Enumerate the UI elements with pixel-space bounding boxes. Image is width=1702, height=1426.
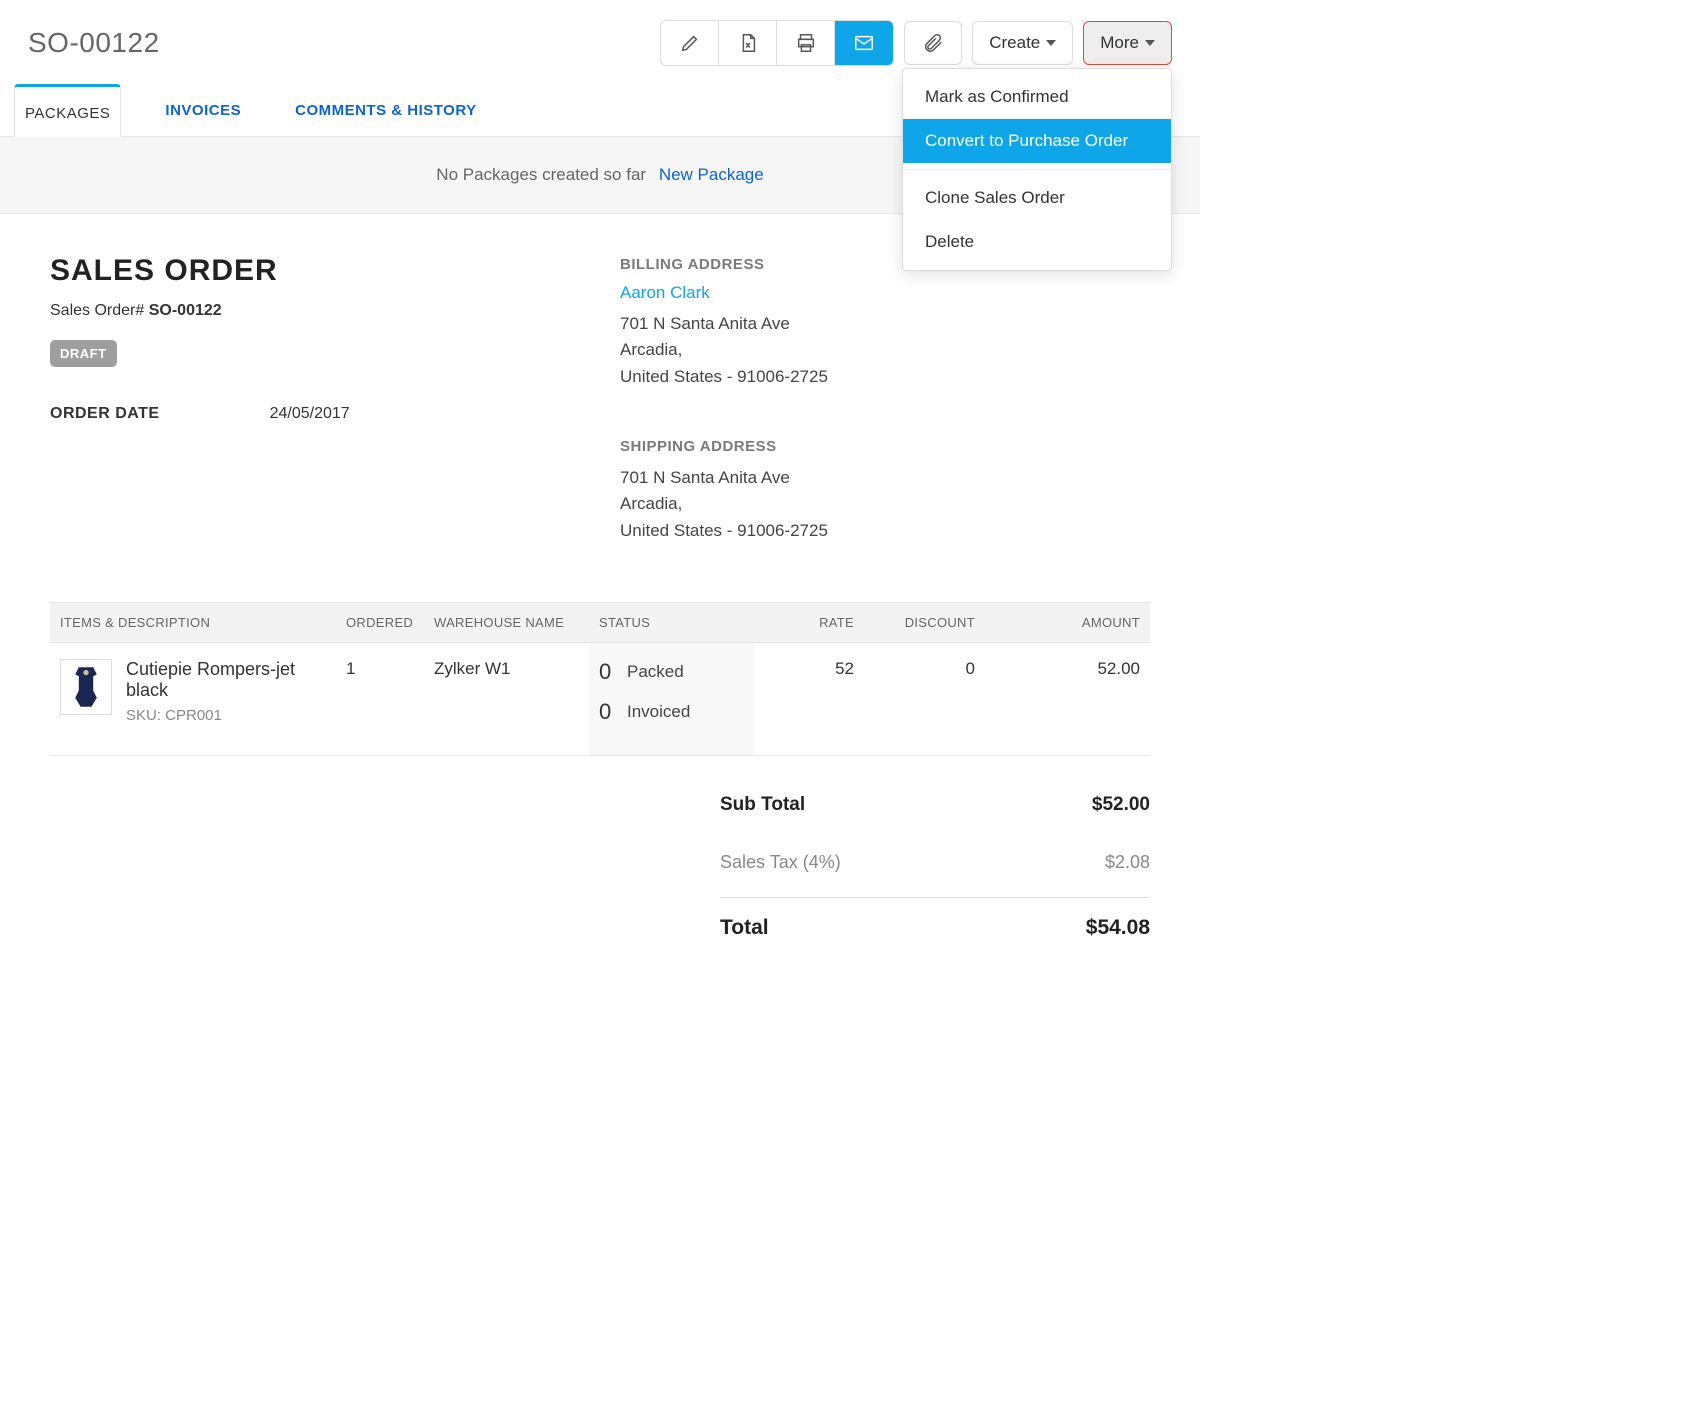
caret-down-icon <box>1046 40 1056 46</box>
tax-label: Sales Tax (4%) <box>720 852 841 873</box>
page-title: SO-00122 <box>28 27 160 59</box>
packed-count: 0 <box>599 659 615 685</box>
total-row: Total $54.08 <box>720 897 1150 958</box>
more-dropdown: Mark as Confirmed Convert to Purchase Or… <box>902 68 1172 271</box>
document-right: BILLING ADDRESS Aaron Clark 701 N Santa … <box>620 254 1150 544</box>
col-items: ITEMS & DESCRIPTION <box>50 603 336 643</box>
pencil-icon <box>679 32 701 54</box>
document-title: SALES ORDER <box>50 254 580 288</box>
invoiced-count: 0 <box>599 699 615 725</box>
shipping-line2: Arcadia, <box>620 491 1150 517</box>
menu-separator <box>903 169 1171 170</box>
edit-button[interactable] <box>661 21 719 65</box>
tax-row: Sales Tax (4%) $2.08 <box>720 834 1150 891</box>
shipping-address-block: SHIPPING ADDRESS 701 N Santa Anita Ave A… <box>620 438 1150 544</box>
totals-section: Sub Total $52.00 Sales Tax (4%) $2.08 To… <box>0 756 1200 998</box>
shipping-line3: United States - 91006-2725 <box>620 518 1150 544</box>
cell-ordered: 1 <box>336 643 424 756</box>
romper-icon <box>68 665 104 709</box>
more-button[interactable]: More <box>1083 21 1172 65</box>
toolbar: Create More Mark as Confirmed Convert to… <box>660 20 1172 66</box>
sales-order-number: Sales Order# SO-00122 <box>50 302 580 320</box>
mail-icon <box>853 32 875 54</box>
order-date-value: 24/05/2017 <box>270 405 350 423</box>
customer-link[interactable]: Aaron Clark <box>620 283 1150 303</box>
file-pdf-icon <box>737 32 759 54</box>
table-row: Cutiepie Rompers-jet black SKU: CPR001 1… <box>50 643 1150 756</box>
product-name: Cutiepie Rompers-jet black <box>126 659 326 701</box>
items-table: ITEMS & DESCRIPTION ORDERED WAREHOUSE NA… <box>50 602 1150 756</box>
create-label: Create <box>989 33 1040 53</box>
so-number: SO-00122 <box>149 302 222 319</box>
tab-invoices[interactable]: INVOICES <box>155 84 251 136</box>
tab-comments-history[interactable]: COMMENTS & HISTORY <box>285 84 487 136</box>
cell-warehouse: Zylker W1 <box>424 643 589 756</box>
cell-discount: 0 <box>864 643 985 756</box>
total-value: $54.08 <box>1086 916 1150 940</box>
total-label: Total <box>720 916 769 940</box>
so-prefix: Sales Order# <box>50 302 149 319</box>
cell-status: 0 Packed 0 Invoiced <box>589 643 754 756</box>
col-status: STATUS <box>589 603 754 643</box>
subtotal-value: $52.00 <box>1092 794 1150 816</box>
billing-line3: United States - 91006-2725 <box>620 364 1150 390</box>
cell-rate: 52 <box>754 643 864 756</box>
cell-amount: 52.00 <box>985 643 1150 756</box>
printer-icon <box>795 32 817 54</box>
invoiced-label: Invoiced <box>627 702 690 722</box>
menu-clone-so[interactable]: Clone Sales Order <box>903 176 1171 220</box>
col-amount: AMOUNT <box>985 603 1150 643</box>
subtotal-label: Sub Total <box>720 794 805 816</box>
packages-empty-text: No Packages created so far <box>436 165 646 184</box>
caret-down-icon <box>1145 40 1155 46</box>
tax-value: $2.08 <box>1105 852 1150 873</box>
new-package-link[interactable]: New Package <box>659 165 764 184</box>
menu-mark-confirmed[interactable]: Mark as Confirmed <box>903 75 1171 119</box>
icon-button-group <box>660 20 894 66</box>
document-left: SALES ORDER Sales Order# SO-00122 DRAFT … <box>50 254 580 544</box>
col-ordered: ORDERED <box>336 603 424 643</box>
create-button[interactable]: Create <box>972 21 1073 65</box>
billing-address-block: BILLING ADDRESS Aaron Clark 701 N Santa … <box>620 256 1150 390</box>
billing-line1: 701 N Santa Anita Ave <box>620 311 1150 337</box>
subtotal-row: Sub Total $52.00 <box>720 776 1150 834</box>
status-badge: DRAFT <box>50 340 117 367</box>
more-label: More <box>1100 33 1139 53</box>
print-button[interactable] <box>777 21 835 65</box>
col-rate: RATE <box>754 603 864 643</box>
menu-delete[interactable]: Delete <box>903 220 1171 264</box>
product-sku: SKU: CPR001 <box>126 707 326 724</box>
col-discount: DISCOUNT <box>864 603 985 643</box>
items-header-row: ITEMS & DESCRIPTION ORDERED WAREHOUSE NA… <box>50 603 1150 643</box>
order-date-label: ORDER DATE <box>50 405 160 423</box>
tab-packages[interactable]: PACKAGES <box>14 84 121 137</box>
attachment-button[interactable] <box>904 21 962 65</box>
items-section: ITEMS & DESCRIPTION ORDERED WAREHOUSE NA… <box>0 602 1200 756</box>
product-cell: Cutiepie Rompers-jet black SKU: CPR001 <box>60 659 326 724</box>
product-thumbnail <box>60 659 112 715</box>
packed-label: Packed <box>627 662 684 682</box>
shipping-line1: 701 N Santa Anita Ave <box>620 465 1150 491</box>
shipping-heading: SHIPPING ADDRESS <box>620 438 1150 455</box>
pdf-button[interactable] <box>719 21 777 65</box>
paperclip-icon <box>922 32 944 54</box>
menu-convert-to-po[interactable]: Convert to Purchase Order <box>903 119 1171 163</box>
order-date-row: ORDER DATE 24/05/2017 <box>50 405 580 423</box>
billing-line2: Arcadia, <box>620 337 1150 363</box>
email-button[interactable] <box>835 21 893 65</box>
col-warehouse: WAREHOUSE NAME <box>424 603 589 643</box>
